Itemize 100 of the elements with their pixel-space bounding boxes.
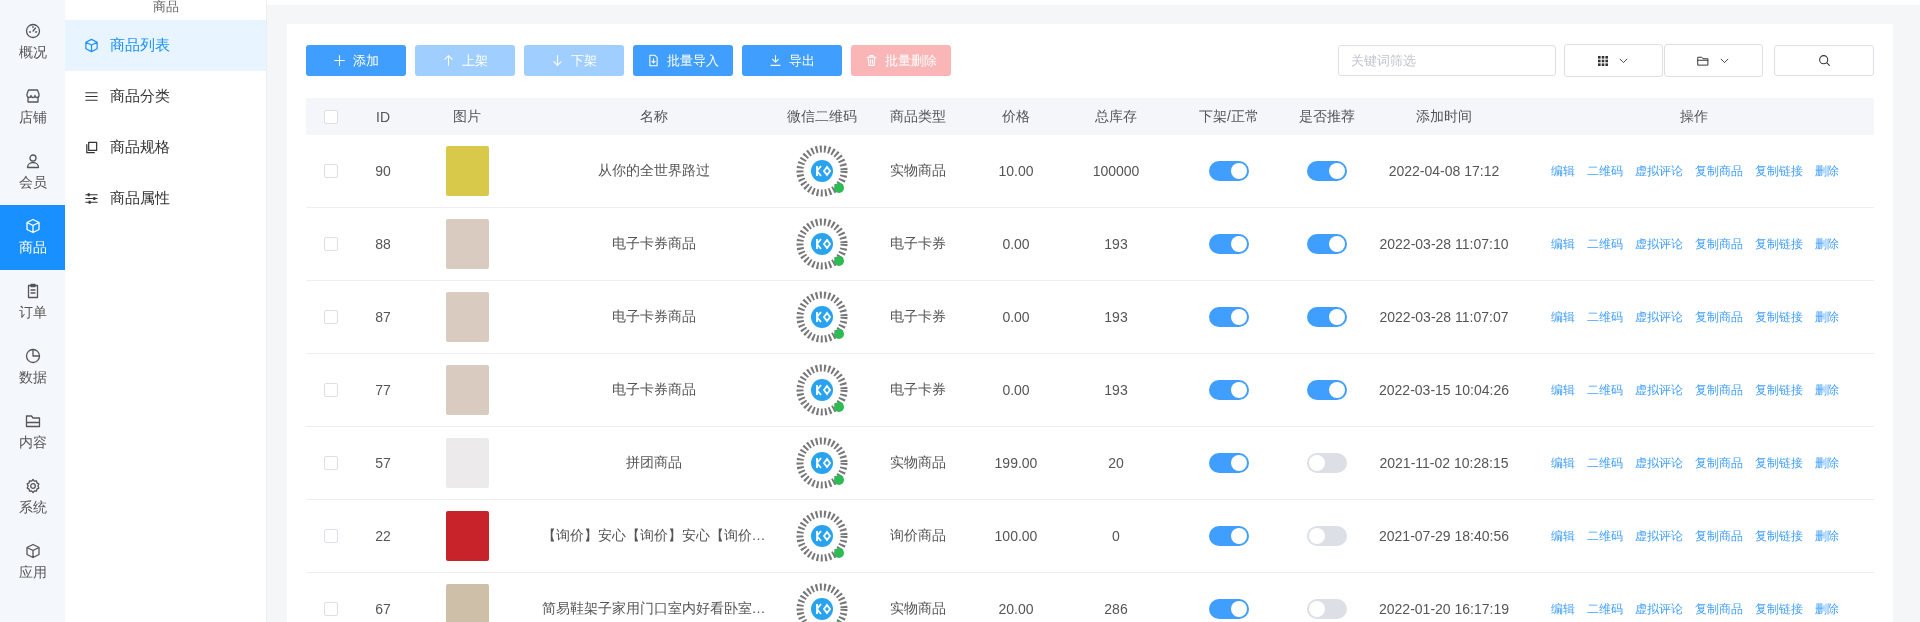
import-button[interactable]: 批量导入 (633, 45, 733, 76)
product-type: 询价商品 (890, 527, 946, 545)
action-link[interactable]: 二维码 (1587, 162, 1623, 180)
action-link[interactable]: 虚拟评论 (1635, 527, 1683, 545)
row-checkbox[interactable] (323, 529, 338, 543)
action-link[interactable]: 复制商品 (1695, 381, 1743, 399)
stock-cell: 286 (1104, 601, 1128, 617)
submenu-item[interactable]: 商品规格 (65, 122, 266, 173)
action-link[interactable]: 虚拟评论 (1635, 162, 1683, 180)
row-checkbox[interactable] (323, 310, 338, 324)
action-link[interactable]: 删除 (1815, 454, 1839, 472)
row-checkbox[interactable] (323, 383, 338, 397)
toggle-switch[interactable] (1209, 161, 1249, 181)
action-link[interactable]: 复制链接 (1755, 454, 1803, 472)
gauge-icon (24, 23, 41, 39)
action-link[interactable]: 复制商品 (1695, 600, 1743, 618)
action-link[interactable]: 虚拟评论 (1635, 600, 1683, 618)
sidebar-item[interactable]: 系统 (0, 465, 65, 530)
cube-icon (84, 38, 99, 53)
action-link[interactable]: 复制链接 (1755, 527, 1803, 545)
action-link[interactable]: 删除 (1815, 235, 1839, 253)
action-link[interactable]: 二维码 (1587, 235, 1623, 253)
action-link[interactable]: 编辑 (1551, 527, 1575, 545)
action-link[interactable]: 虚拟评论 (1635, 454, 1683, 472)
toggle-switch[interactable] (1209, 234, 1249, 254)
row-checkbox[interactable] (323, 164, 338, 178)
toggle-switch[interactable] (1307, 453, 1347, 473)
action-link[interactable]: 复制商品 (1695, 308, 1743, 326)
product-type: 电子卡券 (890, 235, 946, 253)
sidebar-item[interactable]: 订单 (0, 270, 65, 335)
qr-code-drawing (796, 437, 848, 489)
action-link[interactable]: 删除 (1815, 308, 1839, 326)
toggle-switch[interactable] (1307, 599, 1347, 619)
action-link[interactable]: 二维码 (1587, 527, 1623, 545)
column-header: 下架/正常 (1199, 107, 1259, 126)
price-cell: 20.00 (998, 601, 1034, 617)
export-button[interactable]: 导出 (742, 45, 842, 76)
toggle-switch[interactable] (1209, 307, 1249, 327)
sidebar-item[interactable]: 商品 (0, 205, 65, 270)
toggle-switch[interactable] (1307, 307, 1347, 327)
action-link[interactable]: 复制商品 (1695, 162, 1743, 180)
action-link[interactable]: 复制链接 (1755, 381, 1803, 399)
action-link[interactable]: 编辑 (1551, 162, 1575, 180)
action-link[interactable]: 删除 (1815, 600, 1839, 618)
action-link[interactable]: 复制商品 (1695, 454, 1743, 472)
action-link[interactable]: 复制链接 (1755, 162, 1803, 180)
row-checkbox[interactable] (323, 237, 338, 251)
action-link[interactable]: 二维码 (1587, 454, 1623, 472)
action-link[interactable]: 虚拟评论 (1635, 381, 1683, 399)
action-link[interactable]: 复制商品 (1695, 527, 1743, 545)
added-time: 2022-01-20 16:17:19 (1379, 601, 1509, 617)
toggle-switch[interactable] (1307, 526, 1347, 546)
add-button[interactable]: 添加 (306, 45, 406, 76)
download-icon (769, 54, 782, 67)
keyword-search-field[interactable]: 关键词筛选 (1338, 45, 1556, 76)
action-link[interactable]: 复制链接 (1755, 308, 1803, 326)
toggle-switch[interactable] (1209, 599, 1249, 619)
grid-dropdown[interactable] (1564, 44, 1663, 77)
action-link[interactable]: 编辑 (1551, 308, 1575, 326)
sidebar-item[interactable]: 内容 (0, 400, 65, 465)
submenu-item[interactable]: 商品列表 (65, 20, 266, 71)
submenu-item[interactable]: 商品属性 (65, 173, 266, 224)
select-all-checkbox[interactable] (323, 109, 338, 124)
toggle-switch[interactable] (1209, 526, 1249, 546)
submenu-item[interactable]: 商品分类 (65, 71, 266, 122)
action-link[interactable]: 复制链接 (1755, 235, 1803, 253)
column-header: 商品类型 (890, 107, 946, 126)
action-link[interactable]: 编辑 (1551, 600, 1575, 618)
action-link[interactable]: 删除 (1815, 527, 1839, 545)
sidebar-item[interactable]: 店铺 (0, 75, 65, 140)
action-link[interactable]: 编辑 (1551, 454, 1575, 472)
action-link[interactable]: 编辑 (1551, 381, 1575, 399)
sidebar-item[interactable]: 概况 (0, 10, 65, 75)
stock-cell: 100000 (1092, 163, 1140, 179)
action-link[interactable]: 复制链接 (1755, 600, 1803, 618)
stock-cell: 0 (1112, 528, 1120, 544)
search-button[interactable] (1774, 45, 1874, 76)
price-cell: 0.00 (1002, 309, 1030, 325)
toggle-switch[interactable] (1307, 161, 1347, 181)
toggle-switch[interactable] (1209, 380, 1249, 400)
action-link[interactable]: 虚拟评论 (1635, 308, 1683, 326)
action-link[interactable]: 删除 (1815, 381, 1839, 399)
sidebar-item[interactable]: 会员 (0, 140, 65, 205)
action-link[interactable]: 复制商品 (1695, 235, 1743, 253)
row-checkbox[interactable] (323, 456, 338, 470)
sidebar-item[interactable]: 数据 (0, 335, 65, 400)
toggle-switch[interactable] (1307, 380, 1347, 400)
action-link[interactable]: 二维码 (1587, 381, 1623, 399)
folder-dropdown[interactable] (1664, 44, 1763, 77)
action-link[interactable]: 二维码 (1587, 600, 1623, 618)
action-link[interactable]: 编辑 (1551, 235, 1575, 253)
action-link[interactable]: 虚拟评论 (1635, 235, 1683, 253)
toggle-switch[interactable] (1307, 234, 1347, 254)
row-checkbox[interactable] (323, 602, 338, 616)
toggle-switch[interactable] (1209, 453, 1249, 473)
action-link[interactable]: 二维码 (1587, 308, 1623, 326)
action-link[interactable]: 删除 (1815, 162, 1839, 180)
user-icon (24, 153, 41, 169)
sidebar-item[interactable]: 应用 (0, 530, 65, 595)
column-header: ID (376, 108, 390, 125)
